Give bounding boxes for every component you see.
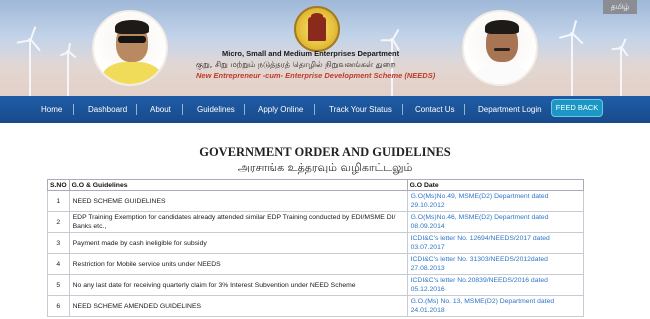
feedback-button[interactable]: FEED BACK bbox=[551, 99, 603, 117]
header-guidelines: G.O & Guidelines bbox=[68, 179, 408, 191]
nav-separator bbox=[402, 104, 403, 115]
nav-separator bbox=[182, 104, 183, 115]
portrait-right bbox=[462, 10, 538, 86]
scheme-name: New Entrepreneur -cum- Enterprise Develo… bbox=[196, 71, 436, 80]
row-go-link[interactable]: G.O(Ms)No.46, MSME(D2) Department dated … bbox=[406, 211, 585, 233]
page-title: GOVERNMENT ORDER AND GUIDELINES bbox=[199, 145, 451, 159]
wind-turbine-icon bbox=[611, 38, 630, 96]
nav-separator bbox=[464, 104, 465, 115]
nav-home[interactable]: Home bbox=[41, 96, 62, 123]
row-description: Restriction for Mobile service units und… bbox=[68, 253, 408, 275]
language-toggle-button[interactable]: தமிழ் bbox=[603, 0, 637, 14]
table-row: 2 EDP Training Exemption for candidates … bbox=[47, 211, 585, 233]
table-row: 1 NEED SCHEME GUIDELINES G.O(Ms)No.49, M… bbox=[47, 190, 585, 212]
row-go-link[interactable]: ICDI&C's letter No. 12694/NEEDS/2017 dat… bbox=[406, 232, 585, 254]
table-row: 3 Payment made by cash ineligible for su… bbox=[47, 232, 585, 254]
government-emblem-icon bbox=[294, 6, 340, 52]
row-sno: 3 bbox=[47, 232, 70, 254]
row-description: Payment made by cash ineligible for subs… bbox=[68, 232, 408, 254]
row-sno: 6 bbox=[47, 295, 70, 317]
nav-contact-us[interactable]: Contact Us bbox=[415, 96, 455, 123]
nav-dashboard[interactable]: Dashboard bbox=[88, 96, 127, 123]
nav-track-status[interactable]: Track Your Status bbox=[329, 96, 392, 123]
row-go-link[interactable]: G.O.(Ms) No. 13, MSME(D2) Department dat… bbox=[406, 295, 585, 317]
nav-apply-online[interactable]: Apply Online bbox=[258, 96, 303, 123]
wind-turbine-icon bbox=[59, 43, 76, 96]
nav-separator bbox=[136, 104, 137, 115]
nav-department-login[interactable]: Department Login bbox=[478, 96, 542, 123]
row-sno: 5 bbox=[47, 274, 70, 296]
department-name-en: Micro, Small and Medium Enterprises Depa… bbox=[222, 49, 400, 58]
row-sno: 1 bbox=[47, 190, 70, 212]
nav-guidelines[interactable]: Guidelines bbox=[197, 96, 235, 123]
row-sno: 4 bbox=[47, 253, 70, 275]
table-row: 4 Restriction for Mobile service units u… bbox=[47, 253, 585, 275]
go-guidelines-table: S.NO G.O & Guidelines G.O Date 1 NEED SC… bbox=[47, 179, 585, 317]
row-go-link[interactable]: ICDI&C's letter No. 31303/NEEDS/2012date… bbox=[406, 253, 585, 275]
row-description: NEED SCHEME GUIDELINES bbox=[68, 190, 408, 212]
row-description: NEED SCHEME AMENDED GUIDELINES bbox=[68, 295, 408, 317]
header-sno: S.NO bbox=[47, 179, 70, 191]
wind-turbine-icon bbox=[558, 20, 584, 96]
row-description: EDP Training Exemption for candidates al… bbox=[68, 211, 408, 233]
nav-separator bbox=[314, 104, 315, 115]
table-row: 6 NEED SCHEME AMENDED GUIDELINES G.O.(Ms… bbox=[47, 295, 585, 317]
portrait-left bbox=[92, 10, 168, 86]
table-row: 5 No any last date for receiving quarter… bbox=[47, 274, 585, 296]
header-banner: Micro, Small and Medium Enterprises Depa… bbox=[0, 0, 650, 96]
page-title-tamil: அரசாங்க உத்தரவும் வழிகாட்டலும் bbox=[237, 161, 413, 174]
row-go-link[interactable]: G.O(Ms)No.49, MSME(D2) Department dated … bbox=[406, 190, 585, 212]
wind-turbine-icon bbox=[16, 26, 42, 96]
header-go-date: G.O Date bbox=[406, 179, 585, 191]
department-name-ta: குறு, சிறு மற்றும் நடுத்தரத் தொழில் நிறு… bbox=[196, 60, 396, 69]
row-sno: 2 bbox=[47, 211, 70, 233]
table-header-row: S.NO G.O & Guidelines G.O Date bbox=[47, 179, 585, 191]
row-description: No any last date for receiving quarterly… bbox=[68, 274, 408, 296]
nav-separator bbox=[244, 104, 245, 115]
row-go-link[interactable]: ICDI&C's letter No.20839/NEEDS/2016 date… bbox=[406, 274, 585, 296]
nav-about[interactable]: About bbox=[150, 96, 171, 123]
nav-separator bbox=[73, 104, 74, 115]
